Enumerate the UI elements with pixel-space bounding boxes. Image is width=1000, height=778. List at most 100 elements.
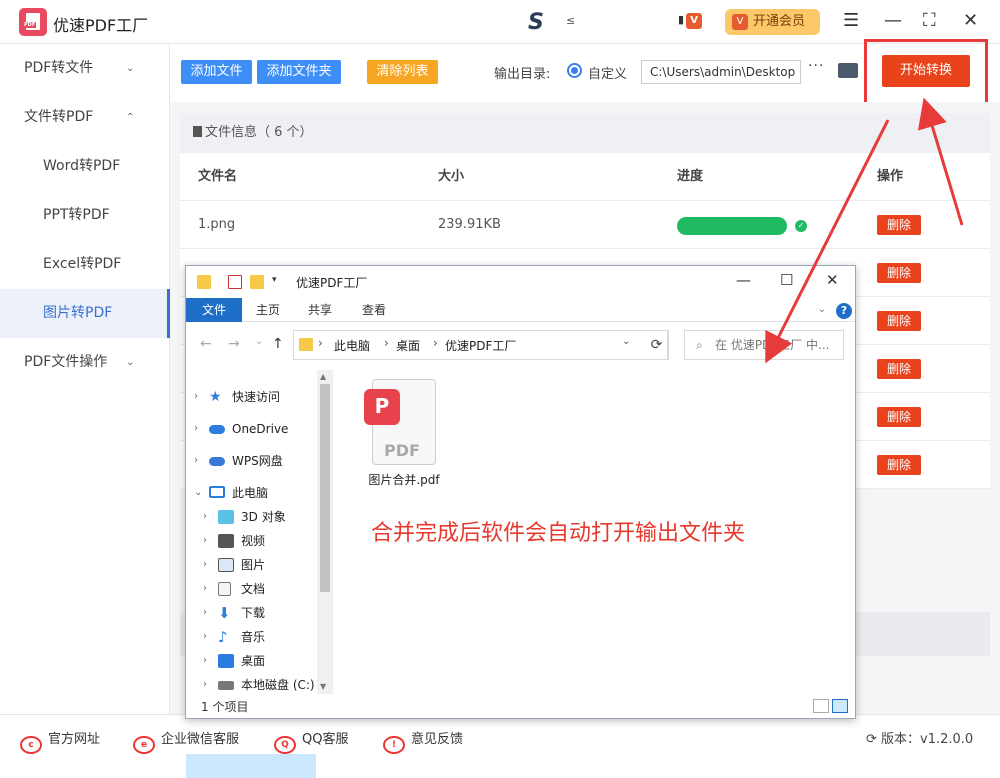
details-view-icon[interactable]: [813, 698, 829, 713]
tree-selection: [186, 754, 316, 778]
breadcrumb-folder[interactable]: 优速PDF工厂: [445, 337, 516, 354]
wechat-service-link[interactable]: e 企业微信客服: [133, 728, 239, 754]
footer: c 官方网址 e 企业微信客服 Q QQ客服 ! 意见反馈 ⟳ 版本：v1.2.0.0: [0, 714, 1000, 760]
explorer-window: ▾ 优速PDF工厂 — ☐ ✕ 文件 主页 共享 查看 ⌄ ? ← → ⌄ ↑ …: [185, 265, 856, 778]
folder-icon: [197, 275, 211, 289]
app-logo-icon: PDF: [19, 8, 47, 36]
cloud-icon: [209, 457, 225, 466]
address-bar[interactable]: › 此电脑 › 桌面 › 优速PDF工厂 ⌄: [293, 330, 668, 360]
table-header: 文件名 大小 进度 操作: [180, 153, 990, 201]
sidebar-item-excel-to-pdf[interactable]: Excel转PDF: [0, 240, 170, 289]
scrollbar-thumb[interactable]: [320, 384, 330, 592]
menu-icon[interactable]: ☰: [843, 10, 859, 31]
tab-view[interactable]: 查看: [352, 298, 396, 322]
new-folder-icon[interactable]: [250, 275, 264, 289]
delete-button[interactable]: 删除: [877, 455, 921, 475]
vip-icon[interactable]: ▮ V: [678, 13, 703, 29]
cloud-icon: [209, 425, 225, 434]
search-icon: ⌕: [696, 338, 703, 352]
folder-icon[interactable]: [838, 63, 858, 78]
refresh-icon: ⟳: [866, 732, 882, 747]
version-label: ⟳ 版本：v1.2.0.0: [866, 732, 974, 747]
desktop-icon: [218, 654, 234, 668]
sidebar-item-pdf-operations[interactable]: PDF文件操作 ⌄: [0, 338, 170, 387]
properties-icon[interactable]: [228, 275, 242, 289]
pdf-type-label: PDF: [384, 441, 420, 460]
file-name: 1.png: [198, 217, 236, 232]
help-icon[interactable]: ?: [836, 303, 852, 319]
delete-button[interactable]: 删除: [877, 215, 921, 235]
delete-button[interactable]: 删除: [877, 359, 921, 379]
feedback-link[interactable]: ! 意见反馈: [383, 728, 463, 754]
refresh-button[interactable]: ⟳: [645, 330, 669, 360]
ribbon-expand-icon[interactable]: ⌄: [814, 298, 830, 322]
view-toggle: [810, 698, 848, 713]
drive-icon: [218, 681, 234, 690]
address-dropdown-icon[interactable]: ⌄: [622, 336, 630, 347]
sidebar-item-pdf-to-file[interactable]: PDF转文件 ⌄: [0, 44, 170, 93]
annotation-caption: 合并完成后软件会自动打开输出文件夹: [371, 521, 746, 546]
minimize-icon[interactable]: —: [736, 271, 751, 289]
delete-button[interactable]: 删除: [877, 311, 921, 331]
output-path-input[interactable]: C:\Users\admin\Desktop: [641, 60, 801, 84]
tab-file[interactable]: 文件: [186, 298, 242, 322]
output-dir-label: 输出目录:: [494, 67, 551, 82]
add-folder-button[interactable]: 添加文件夹: [257, 60, 341, 84]
pdf-file-name: 图片合并.pdf: [368, 473, 440, 487]
computer-icon: [209, 486, 225, 498]
sidebar-item-image-to-pdf[interactable]: 图片转PDF: [0, 289, 170, 338]
tab-home[interactable]: 主页: [246, 298, 290, 322]
scroll-up-icon[interactable]: ▲: [320, 372, 326, 381]
check-icon: ✓: [795, 220, 807, 232]
breadcrumb-separator: ›: [384, 336, 389, 350]
minimize-icon[interactable]: —: [884, 10, 902, 31]
maximize-icon[interactable]: ⛶: [923, 10, 936, 31]
folder-icon: [299, 338, 313, 351]
breadcrumb-this-pc[interactable]: 此电脑: [334, 337, 370, 354]
close-icon[interactable]: ✕: [963, 10, 978, 31]
tab-share[interactable]: 共享: [298, 298, 342, 322]
quick-access-dropdown-icon[interactable]: ▾: [272, 275, 286, 289]
clear-list-button[interactable]: 清除列表: [367, 60, 438, 84]
forward-icon[interactable]: →: [228, 336, 240, 352]
delete-button[interactable]: 删除: [877, 407, 921, 427]
music-icon: ♪: [218, 628, 228, 646]
breadcrumb-desktop[interactable]: 桌面: [396, 337, 420, 354]
delete-button[interactable]: 删除: [877, 263, 921, 283]
close-icon[interactable]: ✕: [826, 271, 839, 289]
film-icon: [218, 534, 234, 548]
add-file-button[interactable]: 添加文件: [181, 60, 252, 84]
pdf-file-item[interactable]: P PDF 图片合并.pdf: [364, 379, 444, 489]
scroll-down-icon[interactable]: ▼: [320, 682, 326, 691]
large-icons-view-icon[interactable]: [832, 698, 848, 713]
website-link[interactable]: c 官方网址: [20, 728, 100, 754]
sidebar-item-file-to-pdf[interactable]: 文件转PDF ⌃: [0, 93, 170, 142]
chevron-down-icon: ⌄: [126, 63, 135, 74]
vip-badge-icon: V: [732, 14, 748, 30]
up-icon[interactable]: ↑: [272, 336, 284, 352]
feedback-icon: !: [383, 736, 405, 754]
custom-radio[interactable]: [567, 63, 582, 78]
qq-service-link[interactable]: Q QQ客服: [274, 728, 348, 754]
sidebar-item-word-to-pdf[interactable]: Word转PDF: [0, 142, 170, 191]
chevron-up-icon: ⌃: [126, 112, 135, 123]
document-icon: [218, 582, 231, 596]
header-progress: 进度: [677, 169, 704, 184]
sidebar: PDF转文件 ⌄ 文件转PDF ⌃ Word转PDF PPT转PDF Excel转P…: [0, 44, 170, 714]
search-input[interactable]: ⌕ 在 优速PDF工厂 中...: [684, 330, 844, 360]
tree-scrollbar[interactable]: ▲ ▼: [317, 370, 333, 694]
maximize-icon[interactable]: ☐: [780, 271, 793, 289]
document-icon: [193, 126, 202, 137]
back-icon[interactable]: ←: [200, 336, 212, 352]
custom-radio-label: 自定义: [588, 67, 628, 82]
more-options-icon[interactable]: ···: [808, 58, 824, 74]
vip-button[interactable]: V 开通会员: [725, 9, 820, 35]
highlight-frame: [864, 39, 988, 106]
recent-dropdown-icon[interactable]: ⌄: [255, 336, 263, 347]
website-icon: c: [20, 736, 42, 754]
sidebar-item-ppt-to-pdf[interactable]: PPT转PDF: [0, 191, 170, 240]
qq-icon: Q: [274, 736, 296, 754]
cube-icon: [218, 510, 234, 524]
brand-logo-icon: S: [528, 10, 544, 35]
table-row: 1.png 239.91KB ✓ 删除: [180, 201, 990, 249]
